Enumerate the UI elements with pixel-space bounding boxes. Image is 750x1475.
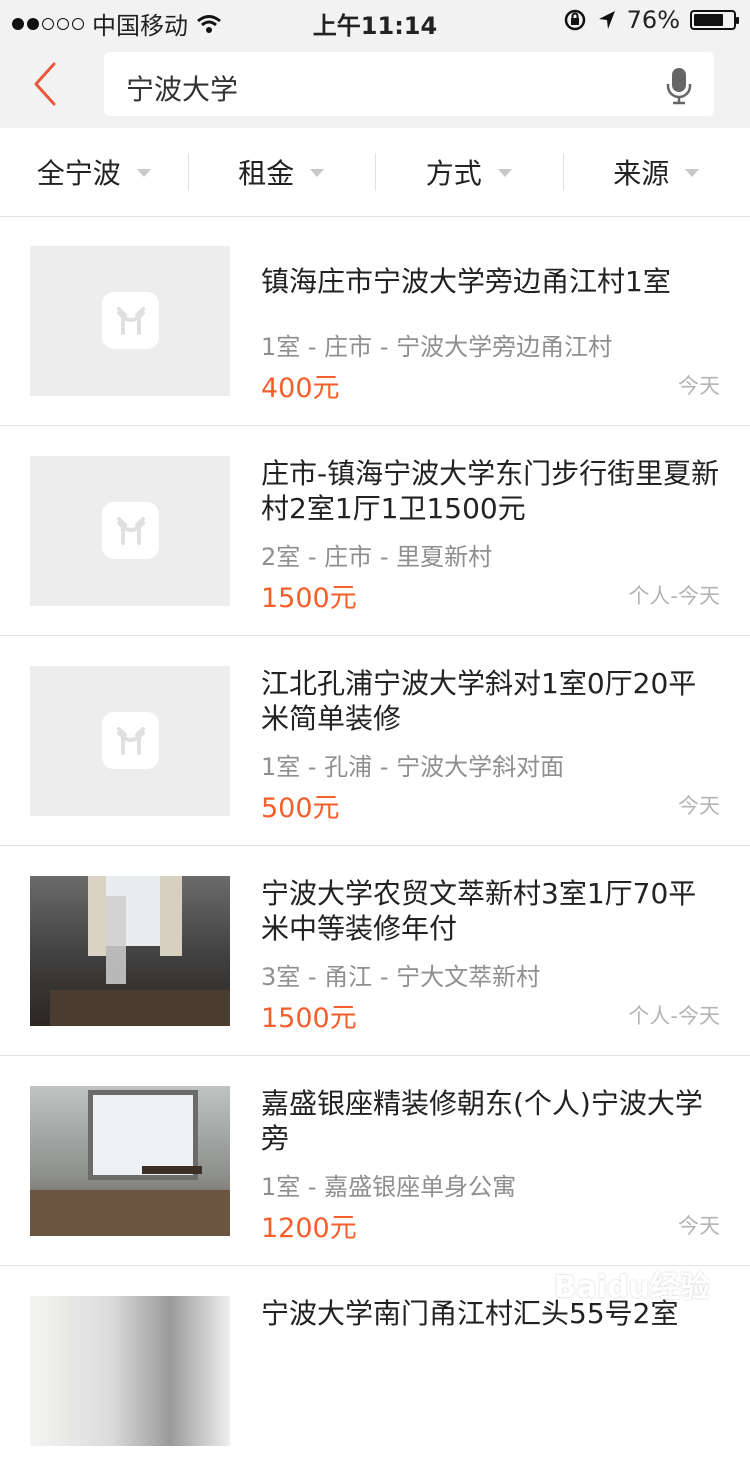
filter-source[interactable]: 来源	[563, 128, 750, 216]
listing-date-tag: 今天	[678, 1210, 720, 1240]
listing-meta: 1室 - 孔浦 - 宁波大学斜对面	[261, 747, 564, 782]
watermark: Baidu经验	[554, 1262, 710, 1306]
battery-icon	[690, 10, 736, 30]
placeholder-logo-icon	[102, 292, 159, 349]
filter-method[interactable]: 方式	[375, 128, 563, 216]
list-item[interactable]: 庄市-镇海宁波大学东门步行街里夏新村2室1厅1卫1500元 2室 - 庄市 - …	[0, 426, 750, 636]
battery-percent: 76%	[627, 6, 680, 34]
filter-bar: 全宁波 租金 方式 来源	[0, 128, 750, 217]
listing-title: 庄市-镇海宁波大学东门步行街里夏新村2室1厅1卫1500元	[261, 456, 721, 526]
listing-price: 1500元	[261, 996, 357, 1035]
listing-thumbnail-placeholder	[30, 666, 230, 816]
listing-photo-room	[30, 1086, 230, 1236]
caret-down-icon	[498, 169, 512, 177]
filter-label: 方式	[426, 152, 482, 192]
listing-photo-partial	[30, 1296, 230, 1446]
microphone-icon[interactable]	[664, 66, 694, 106]
location-arrow-icon	[597, 9, 617, 31]
caret-down-icon	[310, 169, 324, 177]
back-arrow-icon[interactable]	[28, 60, 68, 108]
listing-price: 400元	[261, 366, 340, 405]
listing-price: 1500元	[261, 576, 357, 615]
placeholder-logo-icon	[102, 502, 159, 559]
listing-thumbnail-placeholder	[30, 456, 230, 606]
list-item[interactable]: 嘉盛银座精装修朝东(个人)宁波大学旁 1室 - 嘉盛银座单身公寓 1200元 今…	[0, 1056, 750, 1266]
search-query: 宁波大学	[126, 68, 238, 108]
listing-title: 宁波大学农贸文萃新村3室1厅70平米中等装修年付	[261, 876, 721, 946]
filter-label: 全宁波	[37, 152, 121, 192]
listing-title: 江北孔浦宁波大学斜对1室0厅20平米简单装修	[261, 666, 721, 736]
listing-meta: 1室 - 庄市 - 宁波大学旁边甬江村	[261, 327, 612, 362]
filter-label: 来源	[613, 152, 669, 192]
filter-label: 租金	[238, 152, 294, 192]
listing-title: 嘉盛银座精装修朝东(个人)宁波大学旁	[261, 1086, 721, 1156]
filter-region[interactable]: 全宁波	[0, 128, 188, 216]
status-bar: 中国移动 上午11:14 76%	[0, 0, 750, 40]
listing-meta: 3室 - 甬江 - 宁大文萃新村	[261, 957, 540, 992]
listing-meta: 2室 - 庄市 - 里夏新村	[261, 537, 492, 572]
caret-down-icon	[137, 169, 151, 177]
placeholder-logo-icon	[102, 712, 159, 769]
listing-date-tag: 今天	[678, 790, 720, 820]
listing-thumbnail-placeholder	[30, 246, 230, 396]
listing-meta: 1室 - 嘉盛银座单身公寓	[261, 1167, 516, 1202]
listing-date-tag: 个人-今天	[628, 1000, 720, 1030]
list-item[interactable]: 宁波大学农贸文萃新村3室1厅70平米中等装修年付 3室 - 甬江 - 宁大文萃新…	[0, 846, 750, 1056]
battery-fill	[694, 14, 723, 26]
listing-price: 1200元	[261, 1206, 357, 1245]
caret-down-icon	[685, 169, 699, 177]
listing-price: 500元	[261, 786, 340, 825]
filter-rent[interactable]: 租金	[188, 128, 376, 216]
search-input[interactable]: 宁波大学	[104, 52, 714, 116]
listing-title: 镇海庄市宁波大学旁边甬江村1室	[261, 264, 721, 299]
listing-date-tag: 个人-今天	[628, 580, 720, 610]
listing-date-tag: 今天	[678, 370, 720, 400]
search-header: 宁波大学	[0, 40, 750, 128]
status-right: 76%	[563, 6, 736, 34]
list-item[interactable]: 镇海庄市宁波大学旁边甬江村1室 1室 - 庄市 - 宁波大学旁边甬江村 400元…	[0, 216, 750, 426]
list-item[interactable]: 江北孔浦宁波大学斜对1室0厅20平米简单装修 1室 - 孔浦 - 宁波大学斜对面…	[0, 636, 750, 846]
listing-photo-bedroom	[30, 876, 230, 1026]
rotation-lock-icon	[563, 8, 587, 32]
